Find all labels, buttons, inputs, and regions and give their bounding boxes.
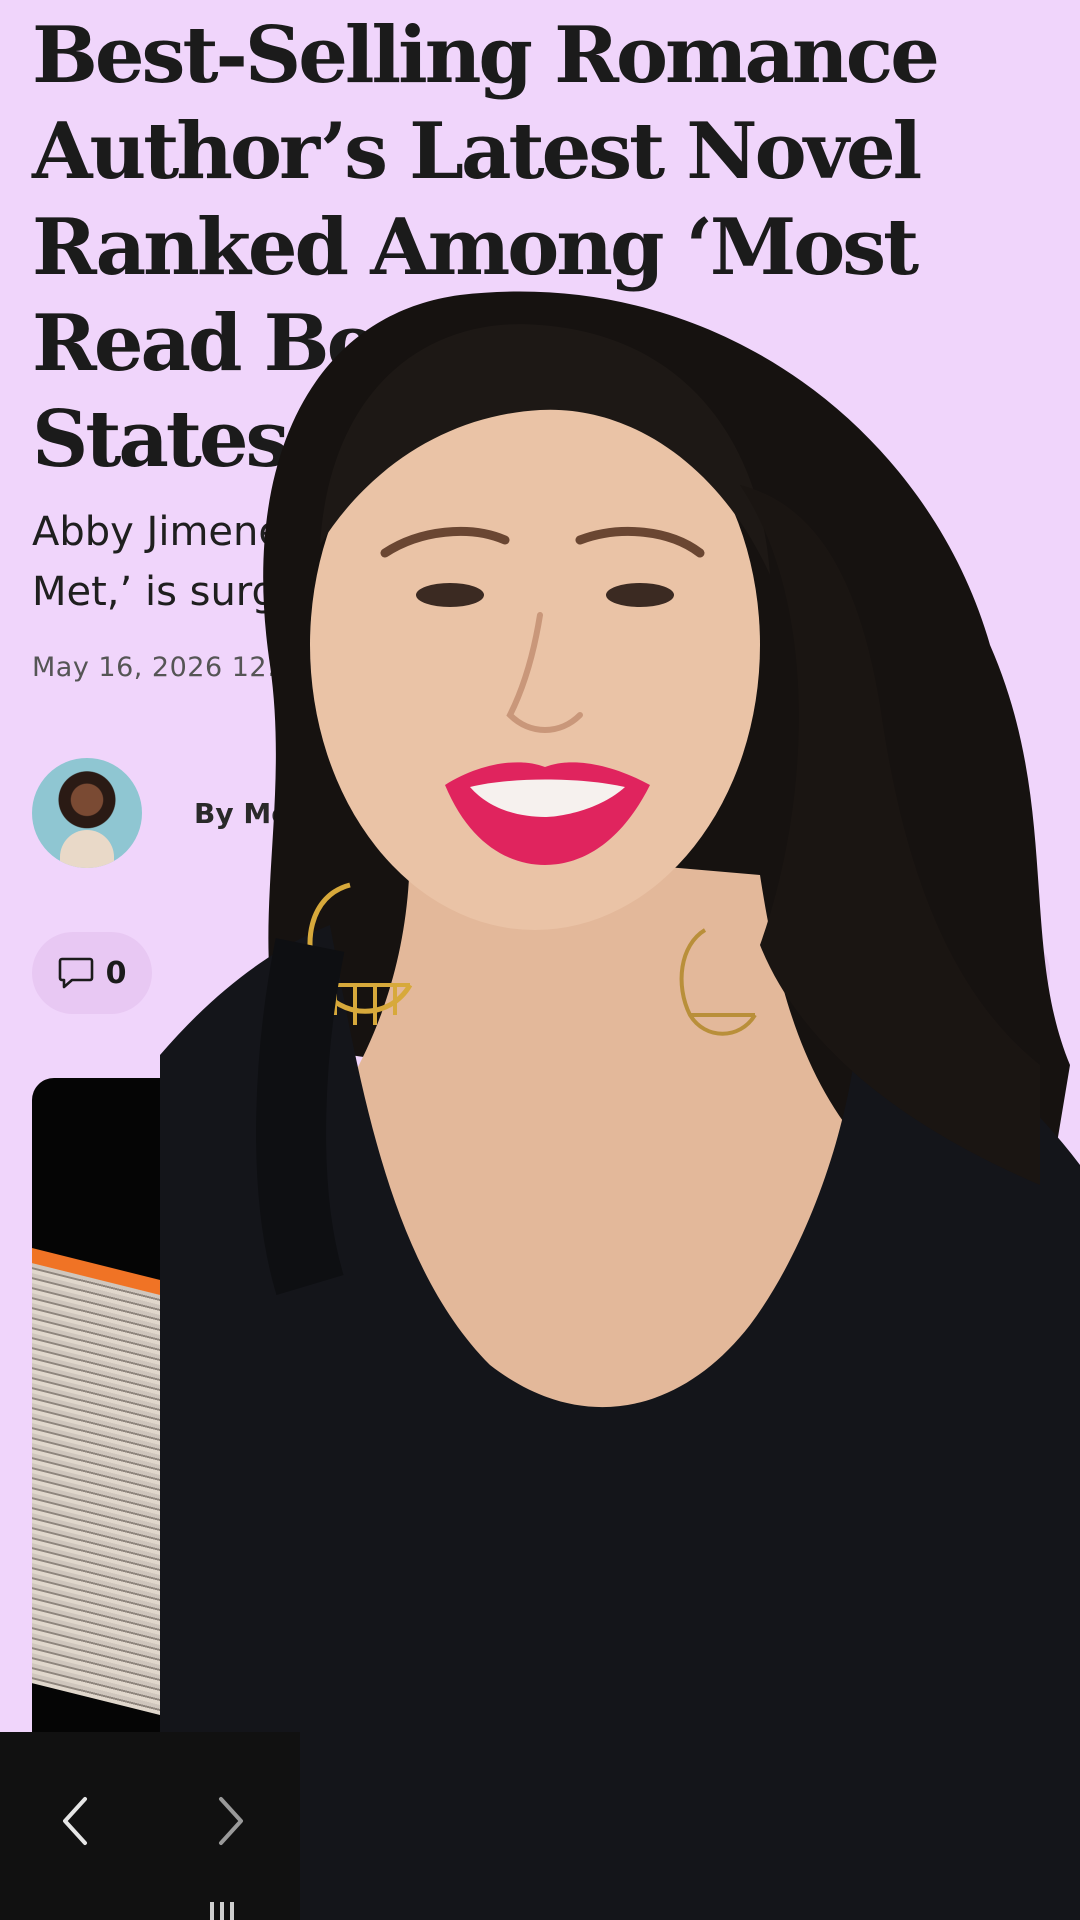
forward-button[interactable] <box>196 1786 266 1856</box>
comment-icon <box>58 957 93 989</box>
back-button[interactable] <box>40 1786 110 1856</box>
comments-button[interactable]: 0 <box>32 932 152 1014</box>
headline-line: Author’s Latest Novel <box>32 106 922 197</box>
handle-bar <box>230 1902 234 1920</box>
comment-count: 0 <box>105 955 127 991</box>
handle-bar <box>220 1902 224 1920</box>
right-eye <box>606 583 674 607</box>
browser-nav-bar <box>0 1732 300 1920</box>
chevron-right-icon <box>219 1797 243 1845</box>
strap <box>256 938 345 1296</box>
tab-switcher-handle[interactable] <box>210 1902 250 1920</box>
author-avatar[interactable] <box>32 758 142 868</box>
headline-line: Ranked Among ‘Most <box>32 202 919 293</box>
headline-line: Best-Selling Romance <box>32 10 940 101</box>
left-eye <box>416 583 484 607</box>
chevron-left-icon <box>63 1797 87 1845</box>
handle-bar <box>210 1902 214 1920</box>
presenter-overlay <box>160 291 1080 1920</box>
